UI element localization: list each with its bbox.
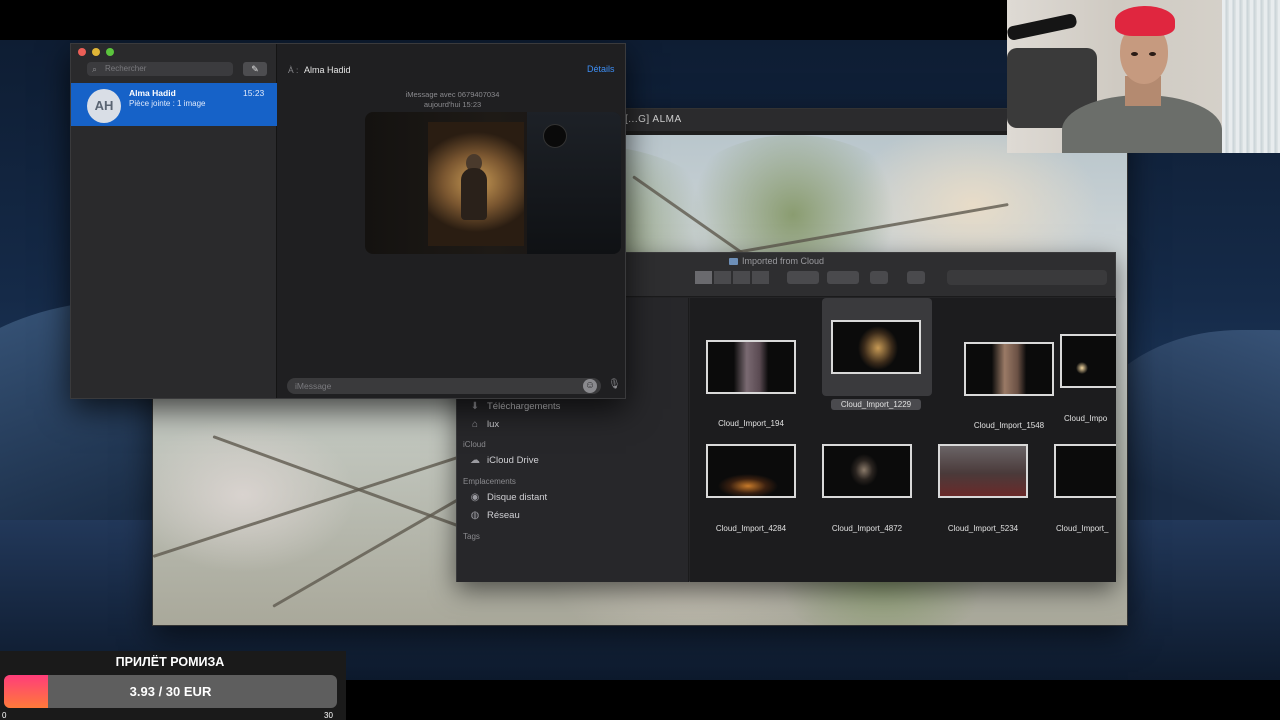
search-icon: ⌕ bbox=[92, 64, 98, 74]
messages-sidebar: ⌕ Rechercher ✎ AH Alma Hadid Pièce joint… bbox=[71, 44, 277, 398]
conversation-name: Alma Hadid bbox=[129, 88, 176, 98]
sidebar-item-label: lux bbox=[487, 419, 500, 430]
imessage-with-label: iMessage avec 0679407034 bbox=[405, 90, 500, 99]
file-thumbnail[interactable] bbox=[706, 340, 796, 394]
imessage-input[interactable]: iMessage bbox=[287, 378, 601, 394]
webcam-curtain bbox=[1222, 0, 1280, 153]
attachment-right-wall bbox=[527, 112, 621, 254]
file-thumbnail[interactable] bbox=[964, 342, 1054, 396]
file-thumbnail[interactable] bbox=[938, 444, 1028, 498]
donation-progress-track: 3.93 / 30 EUR bbox=[4, 675, 337, 708]
conversation-meta: iMessage avec 0679407034 aujourd'hui 15:… bbox=[278, 90, 625, 110]
donation-goal-title: ПРИЛЁТ РОМИЗА bbox=[115, 655, 225, 669]
network-icon: ◍ bbox=[470, 510, 480, 521]
sidebar-item-icloud-drive[interactable]: ☁ iCloud Drive bbox=[469, 455, 539, 466]
minimize-window-button[interactable] bbox=[92, 48, 100, 56]
cloud-icon: ☁ bbox=[470, 455, 480, 466]
column-view-button[interactable] bbox=[733, 271, 751, 284]
file-thumbnail[interactable] bbox=[822, 444, 912, 498]
gallery-view-button[interactable] bbox=[752, 271, 770, 284]
microphone-icon[interactable]: 🎙 bbox=[608, 379, 621, 390]
webcam-eye bbox=[1149, 52, 1156, 56]
attachment-disc bbox=[543, 124, 567, 148]
screen: [...G] ALMA Imported from Cloud ⬇ Téléch… bbox=[0, 0, 1280, 720]
image-attachment[interactable] bbox=[365, 112, 621, 254]
file-thumbnail[interactable] bbox=[1054, 444, 1116, 498]
file-name[interactable]: Cloud_Import_4872 bbox=[822, 524, 912, 533]
file-name[interactable]: Cloud_Import_1229 bbox=[831, 399, 921, 410]
disk-icon: ◉ bbox=[470, 492, 480, 503]
sidebar-section-tags: Tags bbox=[463, 532, 480, 541]
sidebar-item-network[interactable]: ◍ Réseau bbox=[469, 510, 520, 521]
home-icon: ⌂ bbox=[471, 419, 479, 430]
message-timestamp: aujourd'hui 15:23 bbox=[423, 100, 482, 109]
folder-icon bbox=[729, 258, 738, 265]
donation-max-label: 30 bbox=[324, 711, 333, 720]
compose-button[interactable]: ✎ bbox=[243, 62, 267, 76]
file-name[interactable]: Cloud_Import_5234 bbox=[938, 524, 1028, 533]
sidebar-section-locations: Emplacements bbox=[463, 477, 516, 486]
webcam-eye bbox=[1131, 52, 1138, 56]
imessage-placeholder: iMessage bbox=[295, 381, 332, 391]
messages-window[interactable]: ⌕ Rechercher ✎ AH Alma Hadid Pièce joint… bbox=[70, 43, 626, 399]
sidebar-item-label: Réseau bbox=[487, 510, 520, 521]
webcam-microphone-arm bbox=[1007, 12, 1078, 42]
sidebar-item-label: Disque distant bbox=[487, 492, 548, 503]
group-by-button[interactable] bbox=[787, 271, 819, 284]
to-label: À : bbox=[288, 65, 299, 75]
webcam-overlay bbox=[1007, 0, 1280, 153]
zoom-window-button[interactable] bbox=[106, 48, 114, 56]
finder-title: Imported from Cloud bbox=[729, 256, 824, 266]
donation-goal-widget: ПРИЛЁТ РОМИЗА 3.93 / 30 EUR 0 30 bbox=[0, 651, 346, 720]
finder-file-grid: Cloud_Import_194 Cloud_Import_1229 Cloud… bbox=[690, 298, 1116, 582]
conversation-preview: Pièce jointe : 1 image bbox=[129, 99, 206, 108]
file-thumbnail[interactable] bbox=[831, 320, 921, 374]
sidebar-item-downloads[interactable]: ⬇ Téléchargements bbox=[469, 401, 561, 412]
list-view-button[interactable] bbox=[714, 271, 732, 284]
file-name[interactable]: Cloud_Impo bbox=[1064, 414, 1116, 423]
sidebar-item-home[interactable]: ⌂ lux bbox=[469, 419, 499, 430]
file-name[interactable]: Cloud_Import_1548 bbox=[964, 421, 1054, 430]
finder-title-label: Imported from Cloud bbox=[742, 256, 825, 266]
file-name[interactable]: Cloud_Import_ bbox=[1056, 524, 1116, 533]
donation-progress-text: 3.93 / 30 EUR bbox=[129, 684, 212, 699]
photo-viewer-title: [...G] ALMA bbox=[625, 114, 682, 125]
avatar: AH bbox=[87, 89, 121, 123]
tag-icon[interactable] bbox=[907, 271, 925, 284]
file-thumbnail[interactable] bbox=[706, 444, 796, 498]
download-icon: ⬇ bbox=[470, 401, 480, 412]
file-thumbnail[interactable] bbox=[1060, 334, 1116, 388]
branch bbox=[212, 435, 458, 527]
close-window-button[interactable] bbox=[78, 48, 86, 56]
file-name[interactable]: Cloud_Import_194 bbox=[706, 419, 796, 428]
details-link[interactable]: Détails bbox=[587, 64, 615, 74]
compose-icon: ✎ bbox=[251, 64, 259, 74]
attachment-figure bbox=[461, 168, 487, 220]
sidebar-item-remote-disk[interactable]: ◉ Disque distant bbox=[469, 492, 548, 503]
search-placeholder: Rechercher bbox=[105, 64, 147, 73]
sidebar-section-icloud: iCloud bbox=[463, 440, 486, 449]
sidebar-item-label: iCloud Drive bbox=[487, 455, 539, 466]
finder-search-input[interactable] bbox=[947, 270, 1107, 285]
icon-view-button[interactable] bbox=[695, 271, 713, 284]
donation-min-label: 0 bbox=[2, 711, 7, 720]
recipient-name: Alma Hadid bbox=[304, 65, 351, 75]
file-name[interactable]: Cloud_Import_4284 bbox=[706, 524, 796, 533]
sidebar-item-label: Téléchargements bbox=[487, 401, 561, 412]
gear-icon[interactable] bbox=[827, 271, 859, 284]
emoji-icon[interactable]: ☺ bbox=[583, 379, 597, 393]
messages-search-input[interactable]: ⌕ Rechercher bbox=[87, 62, 233, 76]
webcam-streamer-hair bbox=[1115, 6, 1175, 36]
share-icon[interactable] bbox=[870, 271, 888, 284]
conversation-item[interactable]: AH Alma Hadid Pièce jointe : 1 image 15:… bbox=[71, 83, 277, 126]
messages-header: À : Alma Hadid Détails bbox=[278, 57, 625, 79]
conversation-time: 15:23 bbox=[243, 88, 265, 98]
